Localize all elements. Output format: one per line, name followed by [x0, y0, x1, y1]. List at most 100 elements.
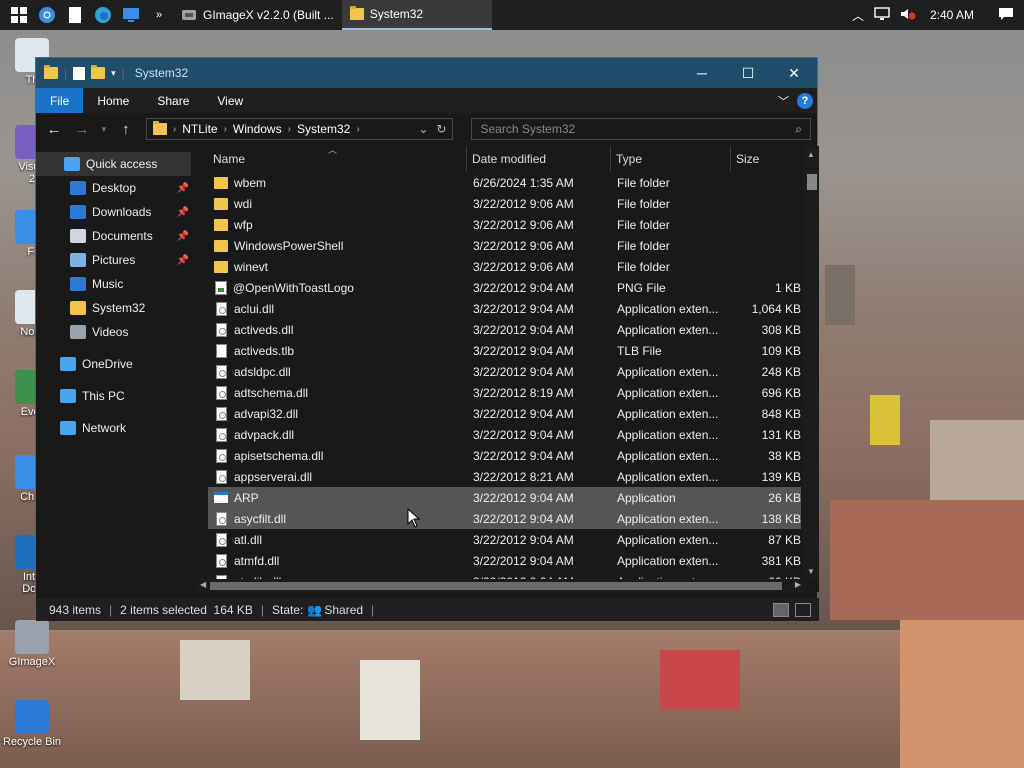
table-row[interactable]: adtschema.dll 3/22/2012 8:19 AM Applicatio…: [208, 382, 801, 403]
breadcrumb-item[interactable]: System32: [297, 122, 350, 136]
table-row[interactable]: advpack.dll 3/22/2012 9:04 AM Application …: [208, 424, 801, 445]
nav-item-music[interactable]: Music: [36, 272, 191, 296]
recent-chevron-icon[interactable]: ▾: [98, 124, 110, 135]
table-row[interactable]: winevt 3/22/2012 9:06 AM File folder: [208, 256, 801, 277]
column-date-modified[interactable]: Date modified: [467, 146, 611, 172]
table-row[interactable]: WindowsPowerShell 3/22/2012 9:06 AM File f…: [208, 235, 801, 256]
table-row[interactable]: adsldpc.dll 3/22/2012 9:04 AM Application …: [208, 361, 801, 382]
table-row[interactable]: advapi32.dll 3/22/2012 9:04 AM Application…: [208, 403, 801, 424]
column-size[interactable]: Size: [731, 146, 801, 172]
column-type[interactable]: Type: [611, 146, 731, 172]
volume-muted-icon[interactable]: [900, 7, 916, 24]
nav-item-documents[interactable]: Documents 📌: [36, 224, 191, 248]
nav-item-onedrive[interactable]: OneDrive: [36, 352, 191, 376]
scroll-right-icon[interactable]: ▶: [795, 580, 801, 589]
help-icon[interactable]: ?: [797, 92, 813, 109]
desktop-icon-item[interactable]: Recycle Bin: [2, 700, 62, 748]
table-row[interactable]: atl.dll 3/22/2012 9:04 AM Application exte…: [208, 529, 801, 550]
table-row[interactable]: activeds.dll 3/22/2012 9:04 AM Application…: [208, 319, 801, 340]
close-button[interactable]: ✕: [771, 58, 817, 88]
chevron-more-icon[interactable]: »: [148, 4, 170, 26]
address-bar[interactable]: › NTLite › Windows › System32 › ⌄ ↻: [145, 118, 454, 140]
videos-icon: [70, 325, 86, 339]
notifications-icon[interactable]: [998, 7, 1014, 24]
scroll-up-icon[interactable]: ▲: [807, 150, 815, 159]
chevron-down-icon[interactable]: ▾: [111, 68, 116, 79]
table-row[interactable]: aclui.dll 3/22/2012 9:04 AM Application ex…: [208, 298, 801, 319]
nav-item-network[interactable]: Network: [36, 416, 191, 440]
folder-icon: [152, 121, 167, 135]
column-name[interactable]: Name ︿: [208, 146, 467, 172]
refresh-icon[interactable]: ↻: [436, 122, 446, 136]
breadcrumb-item[interactable]: NTLite: [182, 122, 217, 136]
horizontal-scrollbar[interactable]: ◀ ▶: [198, 579, 803, 593]
nav-item-quick-access[interactable]: Quick access: [36, 152, 191, 176]
nav-item-videos[interactable]: Videos: [36, 320, 191, 344]
file-name-cell: activeds.tlb: [214, 340, 464, 361]
nav-item-this-pc[interactable]: This PC: [36, 384, 191, 408]
large-icons-view-button[interactable]: [795, 602, 811, 617]
file-name-cell: asycfilt.dll: [214, 508, 464, 529]
vertical-scrollbar[interactable]: ▲ ▼: [803, 146, 819, 578]
taskbar-app-gimagex[interactable]: GImageX v2.2.0 (Built ...: [173, 0, 342, 30]
nav-item-desktop[interactable]: Desktop 📌: [36, 176, 191, 200]
details-view-button[interactable]: [773, 602, 789, 617]
tab-share[interactable]: Share: [143, 88, 203, 113]
network-status-icon[interactable]: [874, 6, 890, 24]
edge-icon[interactable]: [92, 4, 114, 26]
taskbar-app-system32[interactable]: System32: [341, 0, 492, 30]
table-row[interactable]: @OpenWithToastLogo 3/22/2012 9:04 AM PNG F…: [208, 277, 801, 298]
file-size: 696 KB: [761, 385, 801, 400]
folder-icon: [214, 176, 228, 189]
file-name: WindowsPowerShell: [234, 238, 344, 253]
document-icon[interactable]: [64, 4, 86, 26]
tab-home[interactable]: Home: [83, 88, 143, 113]
minimize-button[interactable]: ─: [679, 58, 725, 88]
table-row[interactable]: apisetschema.dll 3/22/2012 9:04 AM Applica…: [208, 445, 801, 466]
monitor-icon[interactable]: [120, 4, 142, 26]
window-title: System32: [134, 66, 189, 80]
table-row[interactable]: atmfd.dll 3/22/2012 9:04 AM Application ex…: [208, 550, 801, 571]
nav-item-label: Network: [82, 421, 127, 435]
maximize-button[interactable]: ☐: [725, 58, 771, 88]
desktop-icon-item[interactable]: GImageX: [2, 620, 62, 668]
table-row[interactable]: appserverai.dll 3/22/2012 8:21 AM Applicat…: [208, 466, 801, 487]
file-size: 381 KB: [761, 553, 801, 568]
table-row[interactable]: activeds.tlb 3/22/2012 9:04 AM TLB File 109…: [208, 340, 801, 361]
file-type: File folder: [617, 217, 670, 232]
back-button[interactable]: ←: [42, 121, 66, 138]
up-button[interactable]: ↑: [114, 121, 138, 138]
nav-item-system32[interactable]: System32: [36, 296, 191, 320]
breadcrumb-item[interactable]: Windows: [233, 122, 282, 136]
clock-time[interactable]: 2:40 AM: [930, 8, 974, 22]
file-name-cell: winevt: [214, 256, 464, 277]
windows-start-icon[interactable]: [8, 4, 30, 26]
scroll-down-icon[interactable]: ▼: [807, 567, 815, 576]
table-row[interactable]: ARP 3/22/2012 9:04 AM Application 26 KB: [208, 487, 801, 508]
scroll-left-icon[interactable]: ◀: [200, 580, 206, 589]
tab-file[interactable]: File: [36, 88, 84, 113]
table-row[interactable]: wfp 3/22/2012 9:06 AM File folder: [208, 214, 801, 235]
table-row[interactable]: wbem 6/26/2024 1:35 AM File folder: [208, 172, 801, 193]
address-dropdown-icon[interactable]: ⌄: [418, 122, 428, 136]
file-name-cell: adsldpc.dll: [214, 361, 464, 382]
properties-icon[interactable]: [73, 66, 86, 80]
title-bar[interactable]: | ▾ | System32 ─ ☐ ✕: [36, 58, 817, 88]
scroll-thumb[interactable]: [210, 582, 782, 590]
chevron-up-icon[interactable]: ︿: [852, 7, 864, 24]
table-row[interactable]: asycfilt.dll 3/22/2012 9:04 AM Application…: [208, 508, 801, 529]
nav-item-label: This PC: [82, 389, 125, 403]
png-icon: [215, 280, 227, 295]
file-date: 3/22/2012 9:04 AM: [473, 427, 574, 442]
expand-ribbon-icon[interactable]: ﹀: [778, 93, 789, 109]
search-box[interactable]: Search System32 ⌕: [471, 118, 812, 140]
table-row[interactable]: wdi 3/22/2012 9:06 AM File folder: [208, 193, 801, 214]
nav-item-pictures[interactable]: Pictures 📌: [36, 248, 191, 272]
forward-button[interactable]: →: [70, 121, 94, 138]
tab-view[interactable]: View: [203, 88, 257, 113]
nav-item-downloads[interactable]: Downloads 📌: [36, 200, 191, 224]
scroll-thumb[interactable]: [807, 174, 817, 190]
new-folder-icon[interactable]: [91, 65, 106, 79]
file-date: 3/22/2012 9:04 AM: [473, 448, 574, 463]
chrome-icon[interactable]: [36, 4, 58, 26]
